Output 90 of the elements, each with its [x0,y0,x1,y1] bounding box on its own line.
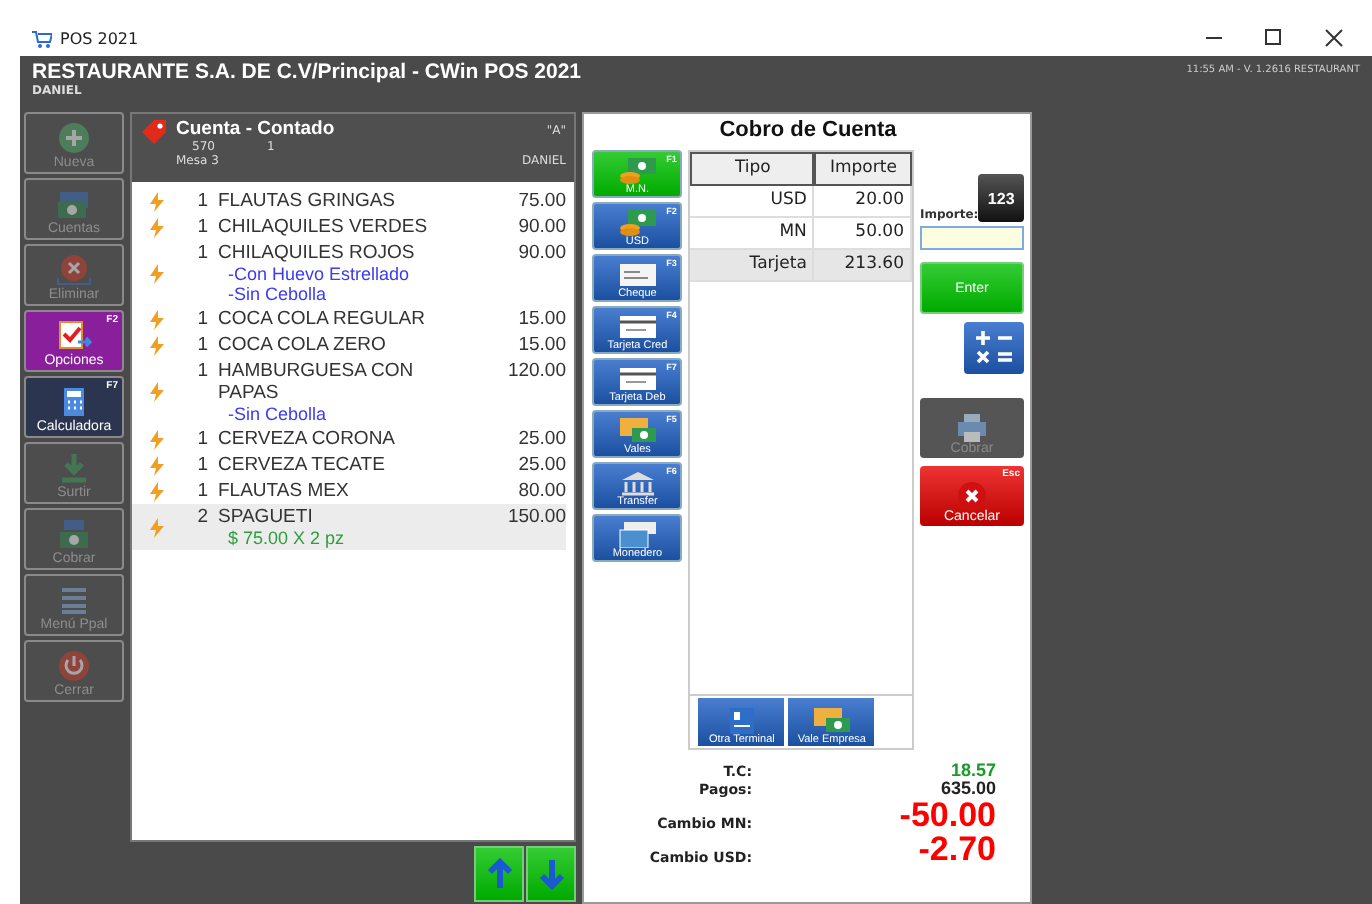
table-cell: Tarjeta [690,250,815,282]
item-name: HAMBURGUESA CON PAPAS [218,360,416,404]
cheque-icon [615,262,660,288]
item-quantity: 1 [195,216,208,238]
item-name: CHILAQUILES VERDES [218,216,430,238]
item-name: CHILAQUILES ROJOS [218,242,417,264]
tag-icon [140,118,168,146]
item-quantity: 1 [195,428,208,450]
item-price: 75.00 [516,190,566,212]
app-title: RESTAURANTE S.A. DE C.V/Principal - CWin POS 2021 [32,60,582,84]
item-name: FLAUTAS MEX [218,480,351,502]
order-item[interactable]: 1 HAMBURGUESA CON PAPAS 120.00 -Sin Cebolla [132,358,566,426]
item-quantity: 1 [195,308,208,330]
table-cell: MN [690,218,815,250]
item-price: 15.00 [516,334,566,356]
power-icon [56,650,92,682]
item-price: 90.00 [516,216,566,238]
wallet-icon [615,522,660,548]
item-price: 25.00 [516,454,566,476]
table-cell: USD [690,186,815,218]
up-arrow-icon [485,858,513,890]
lightning-icon [149,263,163,283]
plus-icon [56,122,92,154]
item-quantity: 1 [195,360,208,382]
item-price: 120.00 [505,360,566,382]
item-modifier: -Sin Cebolla [226,284,329,304]
window-title: POS 2021 [60,29,141,47]
item-name: FLAUTAS GRINGAS [218,190,398,212]
order-item[interactable]: 1 CERVEZA CORONA 25.00 [132,426,566,452]
item-modifier: -Con Huevo Estrellado [226,264,412,284]
order-item[interactable]: 1 CHILAQUILES ROJOS 90.00 -Con Huevo Estrellado -Sin Cebolla [132,240,566,306]
item-quantity: 1 [195,190,208,212]
money-icon [56,188,92,220]
cash-coins-icon [615,210,660,236]
item-quantity: 1 [195,334,208,356]
item-modifier: -Sin Cebolla [226,404,329,424]
card-icon [615,366,660,392]
close-icon [958,482,986,510]
item-name: CERVEZA TECATE [218,454,387,476]
cash-coins-icon [615,158,660,184]
column-header: Importe [814,152,912,186]
lightning-icon [149,382,163,402]
item-quantity: 1 [195,454,208,476]
item-name: SPAGUETI [218,506,315,528]
order-item[interactable]: 1 CERVEZA TECATE 25.00 [132,452,566,478]
scroll-down-button[interactable] [526,846,576,902]
total-value: 18.57 [948,762,996,780]
menu-icon [56,584,92,616]
total-value: -2.70 [916,832,996,866]
column-header: Tipo [690,152,815,186]
item-price: 15.00 [516,308,566,330]
keypad-button[interactable]: 123 [978,174,1024,222]
item-price: 90.00 [516,242,566,264]
dialog-title: Cobro de Cuenta [717,118,899,146]
voucher-icon [809,708,854,734]
item-quantity: 2 [195,506,208,528]
cash-register-icon [56,518,92,550]
table-cell: 50.00 [814,218,912,250]
item-name: CERVEZA CORONA [218,428,398,450]
cart-icon [32,29,52,47]
voucher-icon [615,418,660,444]
item-quantity: 1 [195,480,208,502]
down-arrow-icon [537,858,565,890]
card-icon [615,314,660,340]
clipboard-check-icon [56,320,92,352]
order-item[interactable]: 2 SPAGUETI 150.00 $ 75.00 X 2 pz [132,504,566,550]
amount-input[interactable] [920,226,1024,250]
item-price: 80.00 [516,480,566,502]
printer-icon [954,414,990,442]
download-arrow-icon [56,452,92,484]
order-item[interactable]: 1 COCA COLA REGULAR 15.00 [132,306,566,332]
item-unit-price: $ 75.00 X 2 pz [226,528,347,548]
order-item[interactable]: 1 FLAUTAS MEX 80.00 [132,478,566,504]
order-item[interactable]: 1 CHILAQUILES VERDES 90.00 [132,214,566,240]
item-name: COCA COLA ZERO [218,334,388,356]
calculator-icon [972,328,1016,368]
item-price: 150.00 [505,506,566,528]
table-cell: 20.00 [814,186,912,218]
order-item[interactable]: 1 COCA COLA ZERO 15.00 [132,332,566,358]
item-name: COCA COLA REGULAR [218,308,427,330]
delete-icon [56,254,92,286]
calculator-button[interactable] [964,322,1024,374]
ticket-title: Cuenta - Contado [176,118,335,140]
table-cell: 213.60 [814,250,912,282]
scroll-up-button[interactable] [474,846,524,902]
order-item[interactable]: 1 FLAUTAS GRINGAS 75.00 [132,188,566,214]
item-price: 25.00 [516,428,566,450]
total-value: 635.00 [938,780,996,798]
total-value: -50.00 [897,798,996,832]
item-quantity: 1 [195,242,208,264]
